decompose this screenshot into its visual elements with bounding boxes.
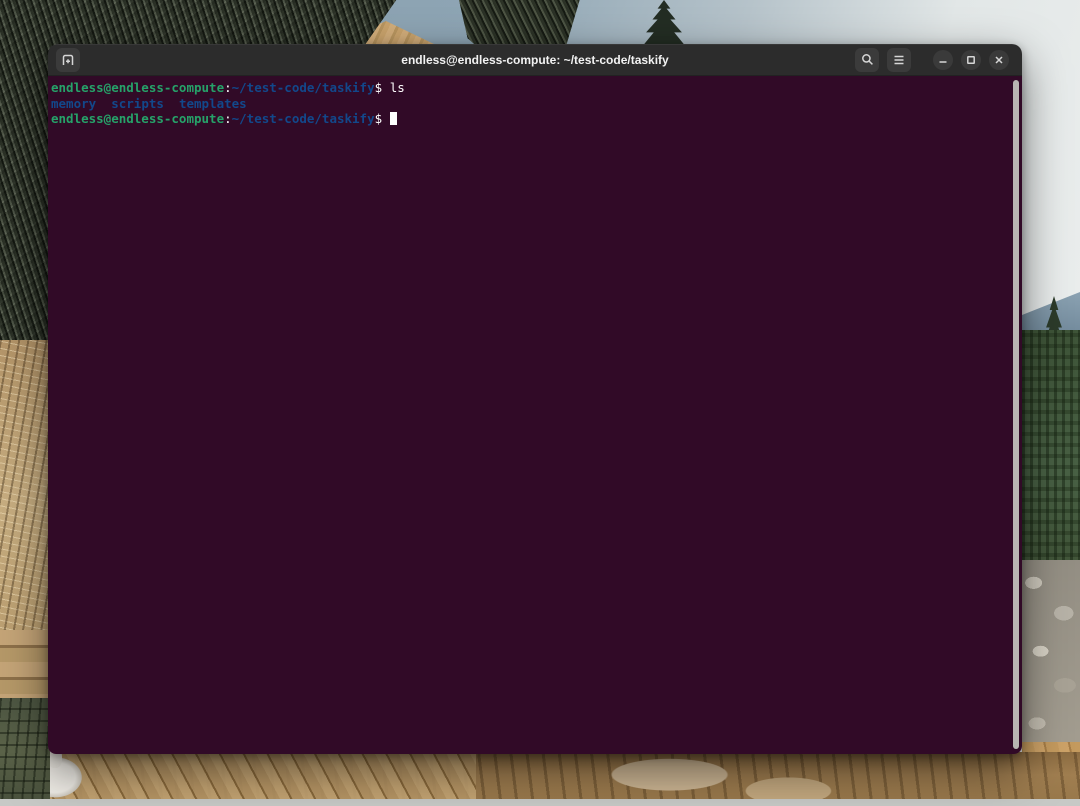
terminal-text-segment	[96, 96, 111, 111]
new-tab-icon	[61, 53, 75, 67]
maximize-icon	[966, 55, 976, 65]
close-button[interactable]	[989, 50, 1009, 70]
search-icon	[861, 53, 874, 66]
terminal-text-segment: endless@endless-compute	[51, 80, 224, 95]
rocky-slope	[1022, 560, 1080, 750]
wood-planks	[46, 752, 476, 806]
terminal-scrollbar[interactable]	[1013, 80, 1019, 749]
terminal-screen[interactable]: endless@endless-compute:~/test-code/task…	[48, 76, 1022, 754]
terminal-text-segment: templates	[179, 96, 247, 111]
mossy-shingles	[0, 698, 50, 806]
terminal-output: endless@endless-compute:~/test-code/task…	[48, 76, 1022, 127]
shingle-pile	[0, 340, 48, 635]
desktop: endless@endless-compute: ~/test-code/tas…	[0, 0, 1080, 806]
terminal-text-segment	[164, 96, 179, 111]
terminal-text-segment: ~/test-code/taskify	[232, 80, 375, 95]
window-title: endless@endless-compute: ~/test-code/tas…	[401, 53, 668, 67]
terminal-text-segment: $	[375, 80, 390, 95]
terminal-text-segment: memory	[51, 96, 96, 111]
forest-slope	[1022, 330, 1080, 568]
terminal-text-segment: ls	[390, 80, 405, 95]
menu-button[interactable]	[887, 48, 911, 72]
terminal-text-segment: ~/test-code/taskify	[232, 111, 375, 126]
terminal-text-segment: :	[224, 111, 232, 126]
terminal-window: endless@endless-compute: ~/test-code/tas…	[48, 44, 1022, 754]
bottom-edge-strip	[0, 799, 1080, 806]
minimize-icon	[938, 55, 948, 65]
wood-beam	[0, 630, 48, 702]
terminal-text-segment: scripts	[111, 96, 164, 111]
terminal-titlebar[interactable]: endless@endless-compute: ~/test-code/tas…	[48, 44, 1022, 76]
titlebar-controls	[855, 48, 1022, 72]
terminal-text-segment: endless@endless-compute	[51, 111, 224, 126]
hamburger-menu-icon	[893, 55, 905, 65]
maximize-button[interactable]	[961, 50, 981, 70]
terminal-text-segment: $	[375, 111, 390, 126]
new-tab-button[interactable]	[56, 48, 80, 72]
terminal-line: endless@endless-compute:~/test-code/task…	[51, 80, 1012, 96]
search-button[interactable]	[855, 48, 879, 72]
terminal-line: endless@endless-compute:~/test-code/task…	[51, 111, 1012, 127]
terminal-line: memory scripts templates	[51, 96, 1012, 112]
minimize-button[interactable]	[933, 50, 953, 70]
close-icon	[994, 55, 1004, 65]
terminal-cursor	[390, 112, 398, 125]
terminal-text-segment: :	[224, 80, 232, 95]
